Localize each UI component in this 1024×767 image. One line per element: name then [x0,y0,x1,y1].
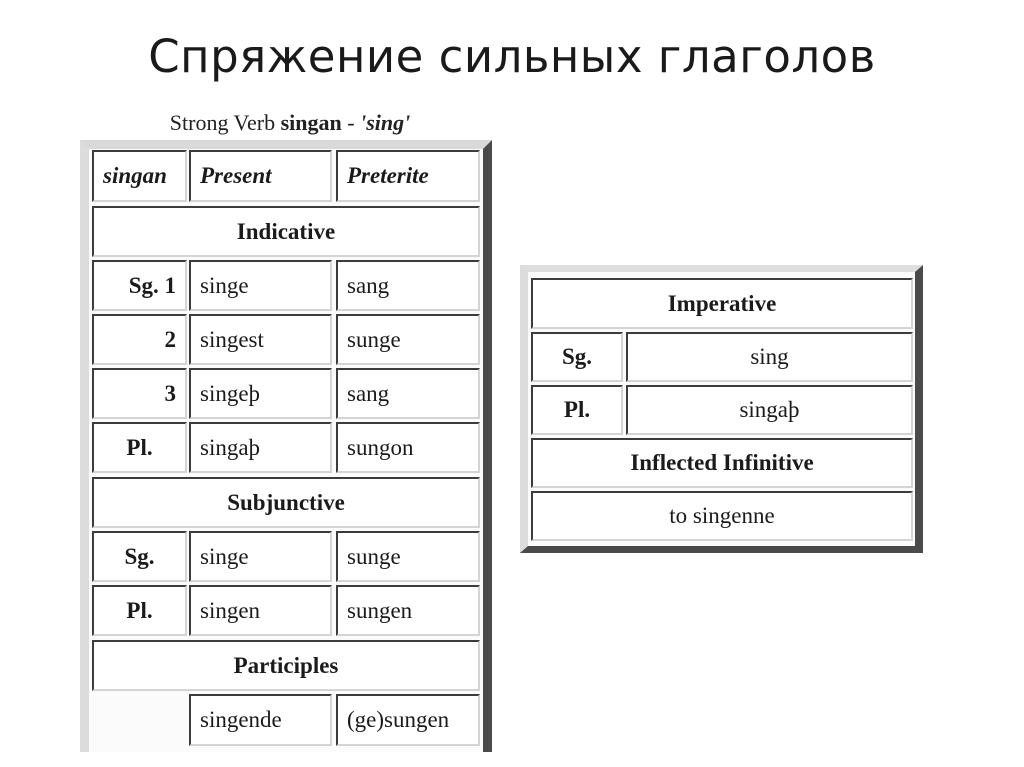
preterite-form: sang [336,260,480,311]
inflected-infinitive-form: to singenne [531,491,913,541]
section-inflected-infinitive: Inflected Infinitive [531,438,913,488]
table-caption: Strong Verb singan - 'sing' [80,110,500,136]
preterite-form: sungen [336,585,480,636]
imperative-form: singaþ [626,385,913,435]
header-present: Present [189,150,332,202]
present-form: singaþ [189,422,332,473]
present-form: singe [189,260,332,311]
section-participles: Participles [92,640,480,691]
section-imperative: Imperative [531,278,913,329]
present-form: singeþ [189,368,332,419]
section-subjunctive: Subjunctive [92,477,480,528]
caption-verb: singan [280,110,342,135]
present-participle: singende [189,694,332,746]
header-verb: singan [92,150,187,202]
row-label: Pl. [92,585,187,636]
preterite-form: sungon [336,422,480,473]
slide-title: Спряжение сильных глаголов [148,30,876,83]
past-participle: (ge)sungen [336,694,480,746]
caption-gloss: 'sing' [360,110,411,135]
section-indicative: Indicative [92,206,480,257]
imperative-form: sing [626,332,913,382]
row-label: 3 [92,368,187,419]
row-label: Sg. 1 [92,260,187,311]
present-form: singest [189,314,332,365]
row-label: Pl. [531,385,623,435]
preterite-form: sunge [336,531,480,582]
preterite-form: sang [336,368,480,419]
row-label: Sg. [531,332,623,382]
present-form: singe [189,531,332,582]
preterite-form: sunge [336,314,480,365]
header-preterite: Preterite [336,150,480,202]
row-label: Sg. [92,531,187,582]
caption-separator: - [341,110,361,135]
caption-prefix: Strong Verb [169,110,281,135]
row-label: 2 [92,314,187,365]
row-label: Pl. [92,422,187,473]
present-form: singen [189,585,332,636]
